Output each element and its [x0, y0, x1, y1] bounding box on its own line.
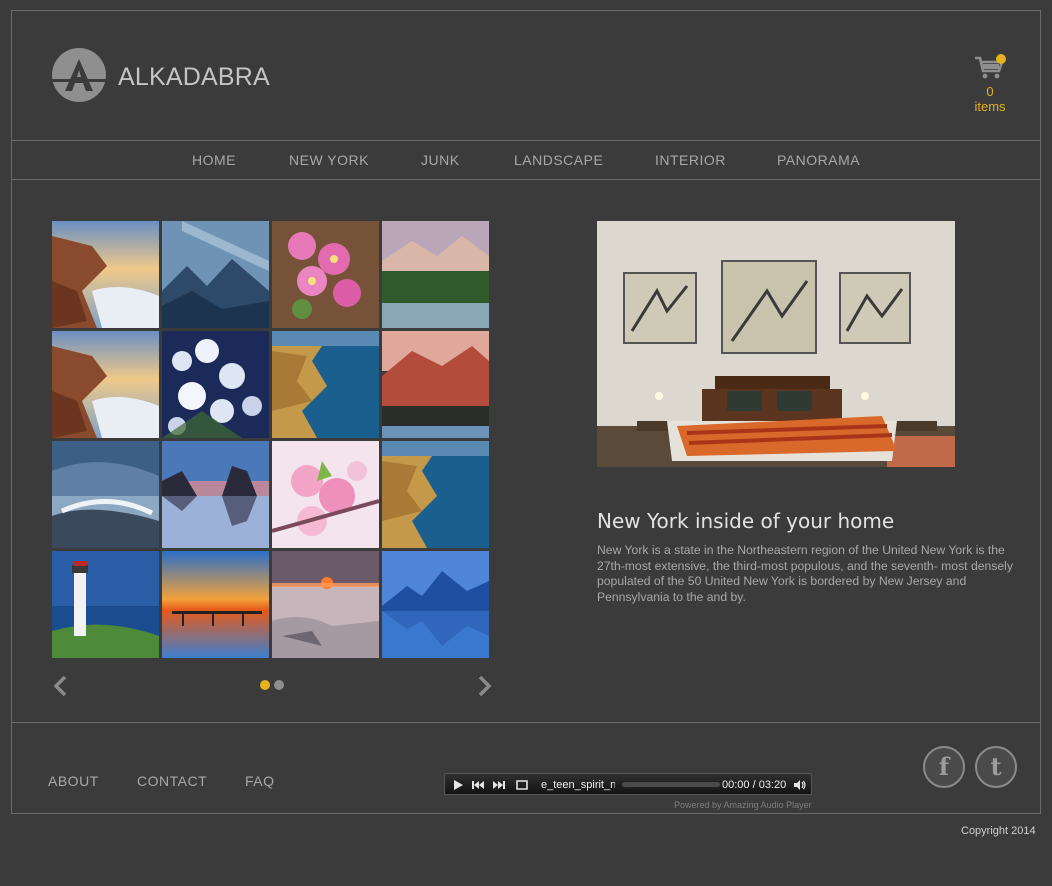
gallery-prev-arrow-icon[interactable]	[52, 675, 68, 697]
player-powered-by: Powered by Amazing Audio Player	[674, 800, 812, 810]
copyright: Copyright 2014	[961, 825, 1036, 837]
gallery-next-arrow-icon[interactable]	[477, 675, 493, 697]
feature-title: New York inside of your home	[597, 509, 895, 533]
gallery-page-dot-2[interactable]	[274, 680, 284, 690]
gallery-thumb-cherry-blossom[interactable]	[272, 441, 379, 548]
cart-label: items	[974, 99, 1006, 114]
gallery-thumb-coast-sunset-2[interactable]	[52, 331, 159, 438]
gallery-thumb-lake-sunset[interactable]	[382, 221, 489, 328]
twitter-icon: t	[990, 752, 1002, 781]
cart-icon	[975, 54, 1006, 79]
facebook-button[interactable]: f	[923, 746, 965, 788]
cart[interactable]: 0 items	[970, 54, 1010, 114]
nav-item-interior[interactable]: INTERIOR	[655, 152, 726, 168]
gallery-thumb-aerial-coastline-2[interactable]	[382, 441, 489, 548]
previous-track-icon[interactable]	[471, 778, 485, 792]
twitter-button[interactable]: t	[975, 746, 1017, 788]
nav-item-landscape[interactable]: LANDSCAPE	[514, 152, 603, 168]
photo-gallery	[52, 221, 490, 659]
gallery-thumb-pier-sunset[interactable]	[162, 551, 269, 658]
gallery-thumb-misty-shore[interactable]	[272, 551, 379, 658]
footer-link-about[interactable]: ABOUT	[48, 773, 99, 789]
next-track-icon[interactable]	[492, 778, 506, 792]
feature-image-bedroom	[597, 221, 955, 467]
volume-icon[interactable]	[793, 778, 807, 792]
header: ALKADABRA 0 items	[12, 11, 1040, 141]
nav-item-panorama[interactable]: PANORAMA	[777, 152, 860, 168]
facebook-icon: f	[938, 752, 950, 781]
nav-item-junk[interactable]: JUNK	[421, 152, 460, 168]
logo-icon[interactable]	[52, 48, 106, 102]
progress-bar[interactable]	[621, 781, 721, 788]
gallery-thumb-pink-blossom[interactable]	[272, 221, 379, 328]
audio-player: e_teen_spirit_n 00:00 / 03:20	[444, 773, 812, 795]
footer-link-contact[interactable]: CONTACT	[137, 773, 207, 789]
main-nav: HOME NEW YORK JUNK LANDSCAPE INTERIOR PA…	[12, 141, 1040, 180]
gallery-thumb-rock-reflection[interactable]	[162, 441, 269, 548]
feature-description: New York is a state in the Northeastern …	[597, 543, 1013, 604]
footer-link-faq[interactable]: FAQ	[245, 773, 275, 789]
brand-name[interactable]: ALKADABRA	[118, 63, 270, 92]
nav-item-new-york[interactable]: NEW YORK	[289, 152, 369, 168]
gallery-thumb-lighthouse[interactable]	[52, 551, 159, 658]
gallery-page-dot-1-active[interactable]	[260, 680, 270, 690]
gallery-thumb-blue-mountain-lake[interactable]	[382, 551, 489, 658]
gallery-thumb-white-flowers[interactable]	[162, 331, 269, 438]
gallery-thumb-misty-mountains[interactable]	[162, 221, 269, 328]
gallery-thumb-red-mountains[interactable]	[382, 331, 489, 438]
cart-count: 0	[986, 84, 994, 99]
nav-item-home[interactable]: HOME	[192, 152, 236, 168]
play-icon[interactable]	[451, 778, 465, 792]
page-frame: ALKADABRA 0 items HOME NEW YORK JUNK LAN…	[11, 10, 1041, 814]
loop-icon[interactable]	[515, 778, 529, 792]
footer: ABOUT CONTACT FAQ e_teen_spirit_n 00:00 …	[12, 722, 1040, 815]
track-title: e_teen_spirit_n	[541, 779, 615, 791]
gallery-thumb-stormy-sea[interactable]	[52, 441, 159, 548]
track-time: 00:00 / 03:20	[722, 779, 787, 791]
gallery-thumb-aerial-coastline[interactable]	[272, 331, 379, 438]
gallery-thumb-coast-sunset[interactable]	[52, 221, 159, 328]
